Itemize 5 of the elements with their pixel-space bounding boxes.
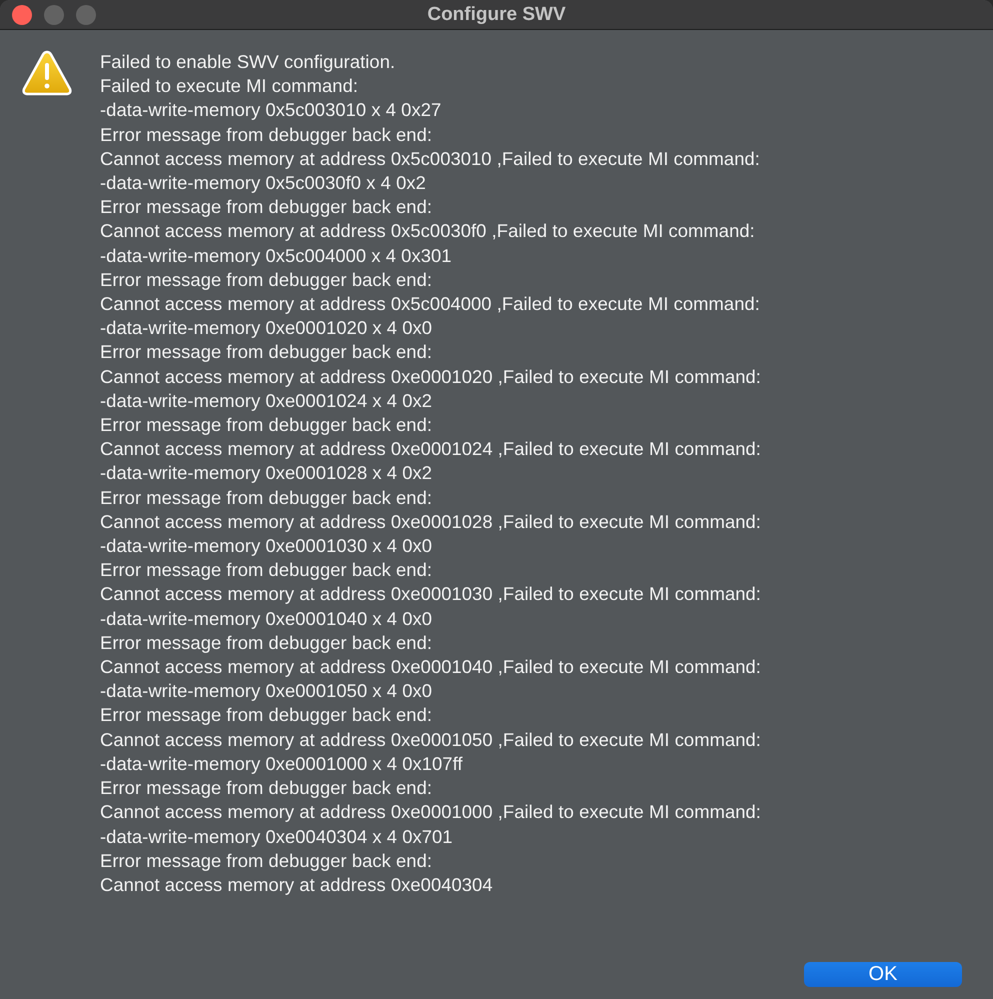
warning-icon <box>22 50 72 96</box>
error-message: Failed to enable SWV configuration. Failed to execute MI command: -data-write-memory 0x5c003010 x 4 0x27 Error message from debugger back end: Cannot access memory at address 0x5c003010 ,Failed to execute MI command: -data-write-memory 0x5c0030f0 x 4 0x2 Error message from debugger back end: Cannot access memory at address 0x5c0030f0 ,Failed to execute MI command: -data-write-memory 0x5c004000 x 4 0x301 Error message from debugger back end: Cannot access memory at address 0x5c004000 ,Failed to execute MI command: -data-write-memory 0xe0001020 x 4 0x0 Error message from debugger back end: Cannot access memory at address 0xe0001020 ,Failed to execute MI command: -data-write-memory 0xe0001024 x 4 0x2 Error message from debugger back end: Cannot access memory at address 0xe0001024 ,Failed to execute MI command: -data-write-memory 0xe0001028 x 4 0x2 Error message from debugger back end: Cannot access memory at address 0xe0001028 ,Failed to execute MI command: -data-write-memory 0xe0001030 x 4 0x0 Error message from debugger back end: Cannot access memory at address 0xe0001030 ,Failed to execute MI command: -data-write-memory 0xe0001040 x 4 0x0 Error message from debugger back end: Cannot access memory at address 0xe0001040 ,Failed to execute MI command: -data-write-memory 0xe0001050 x 4 0x0 Error message from debugger back end: Cannot access memory at address 0xe0001050 ,Failed to execute MI command: -data-write-memory 0xe0001000 x 4 0x107ff Error message from debugger back end: Cannot access memory at address 0xe0001000 ,Failed to execute MI command: -data-write-memory 0xe0040304 x 4 0x701 Error message from debugger back end: Cannot access memory at address 0xe0040304 <box>100 50 761 897</box>
window-title: Configure SWV <box>427 4 566 24</box>
ok-button[interactable]: OK <box>804 962 962 987</box>
close-button[interactable] <box>12 5 32 25</box>
